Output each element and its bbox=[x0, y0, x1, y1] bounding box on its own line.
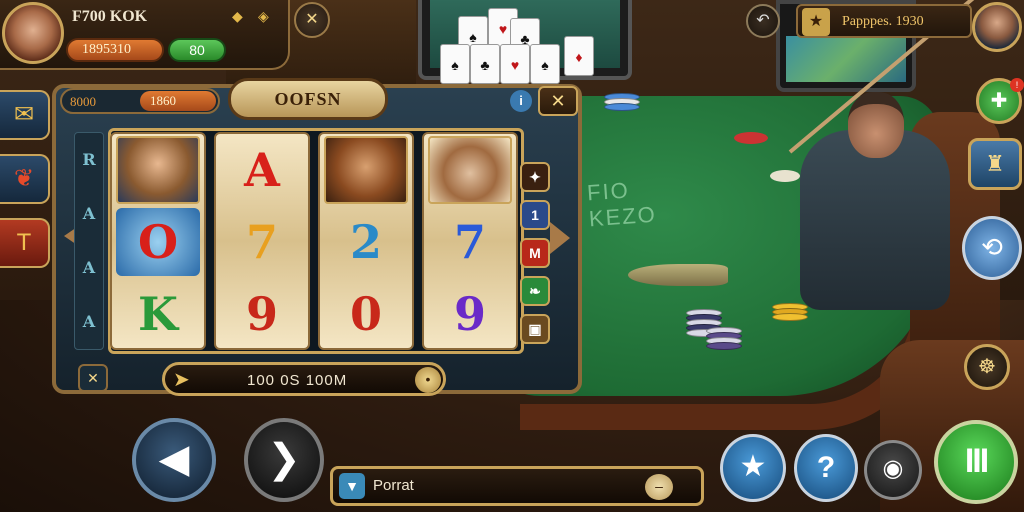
slot-coin-display: 8000 1860 bbox=[60, 88, 220, 114]
close-icon[interactable]: ✕ bbox=[538, 86, 578, 116]
symbol-portrait-pilot bbox=[324, 136, 408, 204]
symbol-number: 2 bbox=[349, 215, 382, 269]
symbol-letter: K bbox=[138, 287, 178, 341]
bet-amount: 100 0S 100M bbox=[247, 372, 348, 389]
playing-card: ♠ bbox=[440, 44, 470, 84]
opponent-avatar[interactable] bbox=[972, 2, 1022, 52]
playing-card: ♣ bbox=[470, 44, 500, 84]
coin-balance[interactable]: 1895310 bbox=[66, 38, 164, 62]
reel-2: A 7 9 bbox=[214, 132, 310, 350]
slot-coin-label: 8000 bbox=[70, 94, 96, 109]
previous-button[interactable]: ◀ bbox=[132, 418, 216, 502]
opponent-hud: ★ Papppes. 1930 bbox=[796, 4, 972, 38]
chip-stack bbox=[706, 327, 742, 350]
player-name: F700 KOK bbox=[72, 8, 148, 25]
question-icon[interactable]: ? bbox=[794, 434, 858, 502]
symbol-letter: A bbox=[244, 143, 280, 197]
webcam-icon[interactable]: ◉ bbox=[864, 440, 922, 500]
bet-adjust-icon[interactable]: • bbox=[415, 367, 441, 393]
player-hud: F700 KOK ◆ ◈ 1895310 80 bbox=[0, 0, 290, 70]
back-arrow-icon[interactable]: ↶ bbox=[746, 4, 780, 38]
pause-bars-icon[interactable]: III bbox=[934, 420, 1018, 504]
trophy-icon[interactable]: ♜ bbox=[968, 138, 1022, 190]
scroll-icon[interactable]: ✉ bbox=[0, 90, 50, 140]
chip-stack bbox=[604, 93, 640, 111]
basket-icon[interactable]: ▼ bbox=[339, 473, 365, 499]
poker-chip bbox=[770, 170, 800, 182]
symbol-number: 7 bbox=[245, 215, 278, 269]
symbol-portrait-woman bbox=[116, 136, 200, 204]
playing-card: ♥ bbox=[500, 44, 530, 84]
symbol-number: 9 bbox=[453, 287, 486, 341]
bet-bar[interactable]: ➤ 100 0S 100M • bbox=[162, 362, 446, 396]
payline-marker: R bbox=[82, 150, 96, 169]
star-icon[interactable]: ★ bbox=[720, 434, 786, 502]
horn-icon: ➤ bbox=[173, 369, 190, 391]
send-icon[interactable]: – bbox=[645, 474, 673, 500]
dragon-icon[interactable]: ❦ bbox=[0, 154, 50, 204]
tv-icon[interactable]: T bbox=[0, 218, 50, 268]
crossed-swords-icon[interactable]: ✕ bbox=[78, 364, 108, 392]
leaf-icon[interactable]: ❧ bbox=[520, 276, 550, 306]
emblem-icon[interactable]: ☸ bbox=[964, 344, 1010, 390]
payline-strip-right: ✦ 1 M ❧ ▣ bbox=[520, 162, 552, 352]
compass-icon[interactable]: ✦ bbox=[520, 162, 550, 192]
slot-coin-value: 1860 bbox=[140, 91, 216, 111]
opponent-label: Papppes. 1930 bbox=[842, 14, 924, 29]
poker-chip bbox=[734, 132, 768, 144]
payline-marker[interactable]: M bbox=[520, 238, 550, 268]
player-avatar[interactable] bbox=[2, 2, 64, 64]
notification-badge: ! bbox=[1010, 78, 1024, 92]
gem-balance[interactable]: 80 bbox=[168, 38, 226, 62]
playing-card: ♦ bbox=[564, 36, 594, 76]
displayed-playing-cards: ♠ ♥ ♣ ♠ ♣ ♥ ♠ ♦ bbox=[440, 8, 600, 88]
reel-1: O K bbox=[110, 132, 206, 350]
chip-stack bbox=[772, 303, 808, 321]
symbol-number: 0 bbox=[349, 287, 382, 341]
payline-marker: A bbox=[82, 258, 96, 277]
payline-marker: A bbox=[82, 204, 96, 223]
symbol-poker-chip: O bbox=[116, 208, 200, 276]
fish-on-table bbox=[628, 264, 728, 286]
scroll-icon[interactable]: ▣ bbox=[520, 314, 550, 344]
felt-logo: FIO KEZO bbox=[586, 177, 658, 232]
slot-title: OOFSN bbox=[228, 78, 388, 120]
payline-strip-left: R A A A bbox=[74, 132, 104, 350]
payline-marker: A bbox=[82, 312, 96, 331]
reel-right-arrow-icon[interactable] bbox=[550, 222, 570, 254]
playing-card: ♠ bbox=[530, 44, 560, 84]
reel-4: 7 9 bbox=[422, 132, 518, 350]
payline-marker[interactable]: 1 bbox=[520, 200, 550, 230]
crossed-tools-icon[interactable]: ✕ bbox=[294, 2, 330, 38]
symbol-number: 7 bbox=[453, 215, 486, 269]
chat-bar: ▼ – bbox=[330, 466, 704, 506]
next-button[interactable]: ❯ bbox=[244, 418, 324, 502]
dealer-head bbox=[848, 92, 904, 158]
symbol-number: 9 bbox=[245, 287, 278, 341]
info-icon[interactable]: i bbox=[510, 90, 532, 112]
symbol-portrait-captain bbox=[428, 136, 512, 204]
star-badge-icon: ★ bbox=[802, 8, 830, 36]
chat-input[interactable] bbox=[373, 477, 633, 494]
reel-3: 2 0 bbox=[318, 132, 414, 350]
poker-table-rail bbox=[520, 300, 940, 430]
rotate-icon[interactable]: ⟲ bbox=[962, 216, 1022, 280]
diamond-icon[interactable]: ◆ bbox=[232, 8, 243, 25]
diamond-icon[interactable]: ◈ bbox=[258, 8, 269, 25]
